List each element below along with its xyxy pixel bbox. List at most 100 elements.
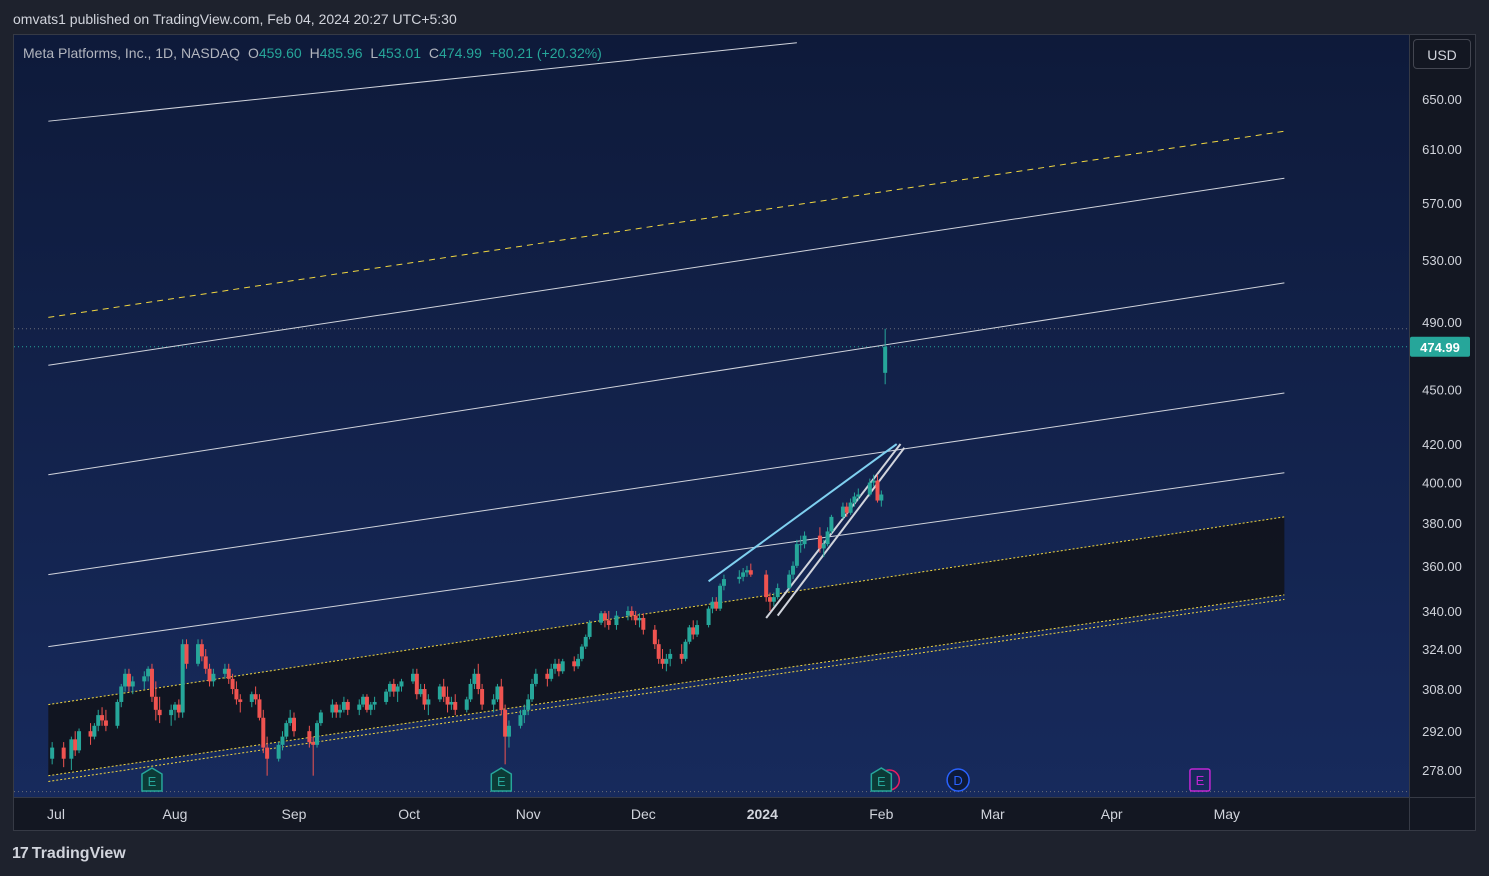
candle-body [637,617,642,621]
candle-body [748,570,753,575]
y-tick-label: 324.00 [1422,642,1462,657]
y-tick-label: 380.00 [1422,516,1462,531]
candle-body [234,689,239,700]
candle-body [572,661,577,667]
candle-body [553,663,558,669]
candle-body [506,725,511,737]
candle-body [775,588,780,598]
candle-body [741,572,746,577]
candle-body [526,699,531,710]
candle-body [829,516,834,532]
earnings-marker-label: E [877,774,886,789]
candle-body [50,747,55,759]
candle-body [414,673,419,695]
x-tick-label: Feb [869,806,893,822]
x-tick-label: Aug [163,806,188,822]
candle-body [664,658,669,664]
legend-low: 453.01 [378,45,422,61]
candle-body [499,686,504,710]
price-chart[interactable]: E E E E D 650.00 610.00 570.00 530.00 490.00 450.0… [0,0,1489,876]
candle-body [606,620,611,626]
candle-body [391,683,396,692]
x-tick-label: Dec [631,806,656,822]
candle-body [794,544,799,566]
candle-body [464,699,469,710]
candle-body [77,731,82,751]
candle-body [652,629,657,645]
candle-body [69,739,74,759]
candle-body [817,535,822,549]
candle-body [599,613,604,623]
earnings-marker[interactable]: E [141,767,163,792]
candle-body [203,656,208,669]
candle-body [549,668,554,679]
candle-body [695,625,700,635]
candle-body [683,641,688,659]
candle-body [157,709,162,716]
candle-body [437,686,442,700]
tradingview-brand[interactable]: 17 TradingView [12,845,126,863]
candle-body [768,597,772,602]
candle-body [530,683,534,700]
candle-body [710,601,715,609]
candle-body [771,597,776,602]
candle-body [602,613,607,621]
earnings-marker-label: E [148,774,157,789]
candle-body [848,502,853,513]
candle-body [579,646,584,659]
currency-button[interactable]: USD [1413,39,1471,69]
candle-body [495,686,500,700]
candle-body [453,701,458,710]
candle-body [88,731,93,737]
y-tick-label: 530.00 [1422,253,1462,268]
earnings-marker-label: E [1196,773,1205,788]
candle-body [330,704,335,713]
earnings-marker[interactable]: E [490,767,513,792]
candle-body [533,673,538,684]
x-tick-label: May [1214,806,1240,822]
candle-body [426,699,431,705]
candle-body [691,627,696,635]
legend-change: +80.21 (+20.32%) [489,45,602,61]
dividend-marker[interactable]: D [946,768,970,792]
legend-symbol: Meta Platforms, Inc., 1D, NASDAQ [23,45,241,61]
candle-body [764,574,769,598]
candle-body [867,482,872,495]
candle-body [341,701,346,710]
candle-body [476,673,481,690]
candle-body [875,480,880,501]
tradingview-logo-icon: 17 [12,845,29,862]
candle-body [852,496,857,503]
legend-high-label: H [309,45,320,61]
candle-body [668,653,673,659]
candle-body [230,678,235,690]
candle-body [472,673,477,684]
y-tick-label: 650.00 [1422,92,1462,107]
candle-body [103,720,108,726]
x-tick-label: Oct [398,806,420,822]
candle-body [238,699,243,702]
candle-body [92,725,97,737]
candle-body [123,673,128,687]
candle-body [411,673,415,682]
candle-body [641,617,646,630]
candle-body [583,636,588,647]
candle-body [226,668,231,679]
candle-body [587,622,592,637]
candle-body [660,658,665,664]
candle-body [856,494,861,497]
candle-body [211,673,216,682]
candle-body [372,701,377,705]
candle-body [449,701,454,705]
candle-body [276,744,281,759]
dividend-marker-label: D [953,773,962,788]
candle-body [560,661,565,672]
candle-body [714,601,719,609]
candle-body [265,747,270,759]
candle-body [126,673,131,687]
candle-body [73,739,78,751]
candle-body [364,696,369,710]
candle-body [625,610,630,616]
candle-body [176,704,181,713]
candle-body [491,699,496,705]
